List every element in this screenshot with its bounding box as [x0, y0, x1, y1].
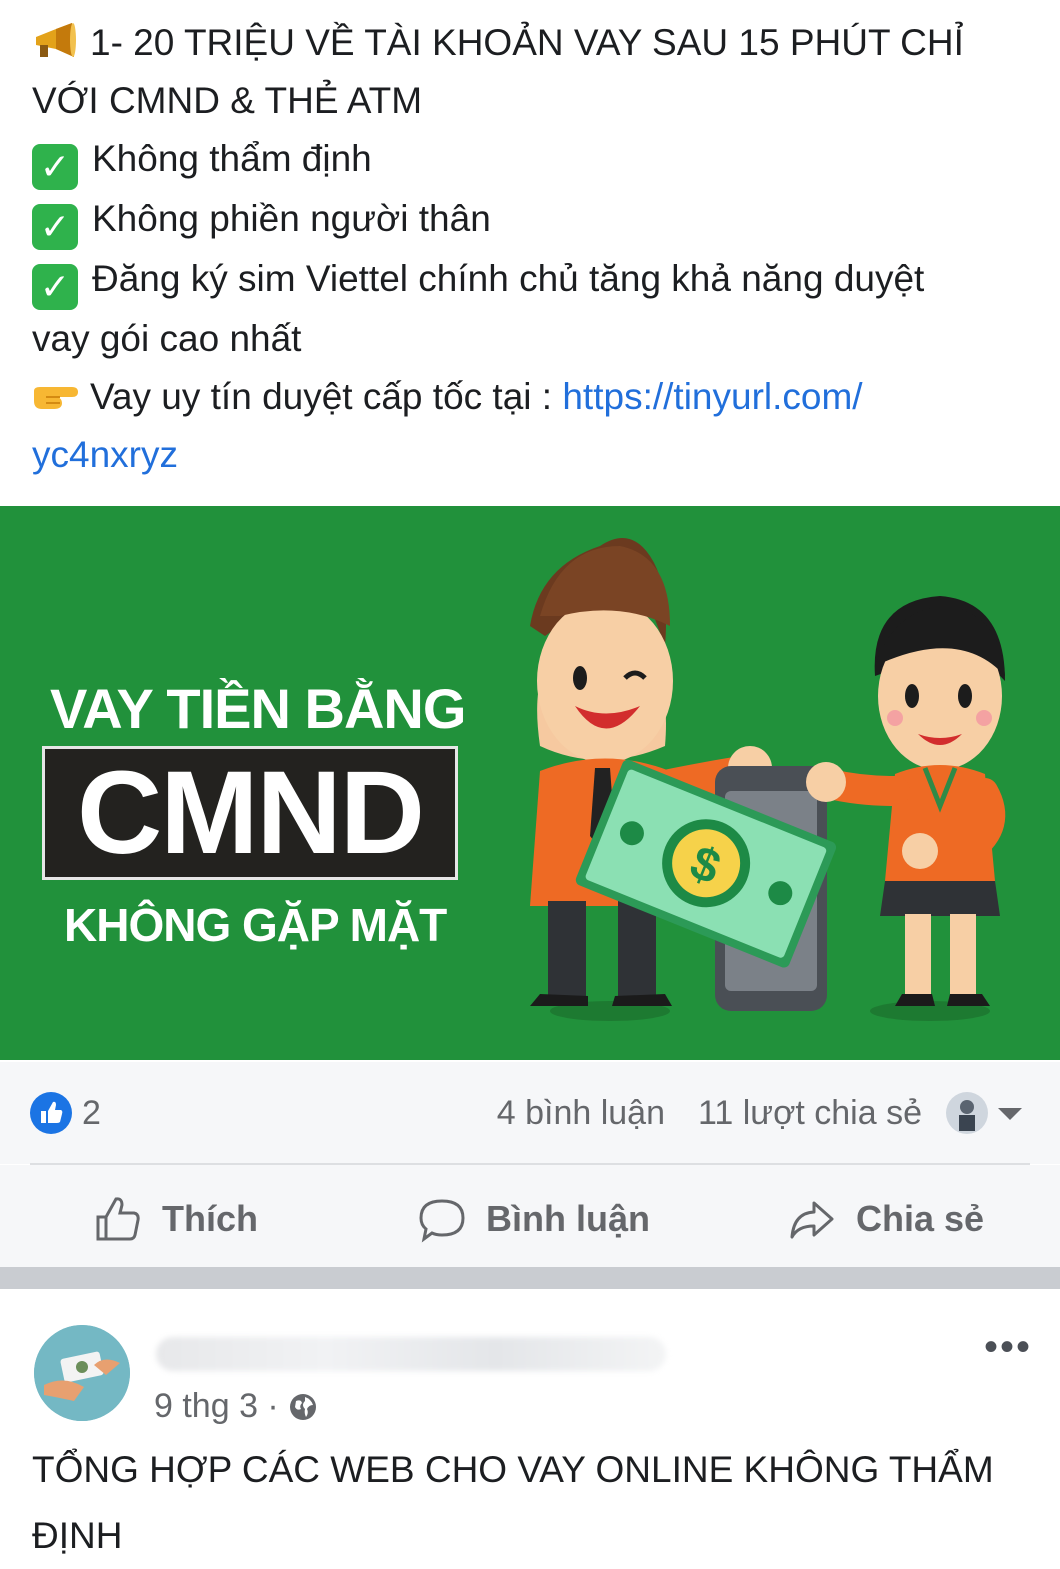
- share-button[interactable]: Chia sẻ: [788, 1195, 984, 1243]
- action-bar: Thích Bình luận Chia sẻ: [0, 1165, 1060, 1267]
- check-item-3: ✓ Đăng ký sim Viettel chính chủ tăng khả …: [32, 250, 1022, 310]
- woman-character-illustration: [806, 596, 1006, 1021]
- comment-button[interactable]: Bình luận: [418, 1195, 650, 1243]
- cta-line: Vay uy tín duyệt cấp tốc tại : https://t…: [32, 368, 1022, 426]
- post-headline-line2: VỚI CMND & THẺ ATM: [32, 80, 423, 121]
- banner-headline: VAY TIỀN BẰNG: [50, 677, 466, 740]
- share-count[interactable]: 11 lượt chia sẻ: [698, 1094, 922, 1133]
- author-name-redacted[interactable]: [156, 1337, 666, 1371]
- megaphone-icon: [36, 23, 76, 57]
- like-count[interactable]: 2: [82, 1094, 101, 1133]
- comment-button-label: Bình luận: [486, 1198, 650, 1239]
- check-mark-button-icon: ✓: [32, 264, 78, 310]
- pointing-right-icon: [34, 387, 78, 409]
- post-headline-line1: 1- 20 TRIỆU VỀ TÀI KHOẢN VAY SAU 15 PHÚT…: [32, 14, 1022, 72]
- post-timestamp[interactable]: 9 thg 3 ·: [154, 1387, 319, 1426]
- comment-count[interactable]: 4 bình luận: [497, 1094, 665, 1133]
- speech-bubble-icon: [419, 1199, 465, 1243]
- share-button-label: Chia sẻ: [856, 1198, 985, 1239]
- chevron-down-icon[interactable]: [998, 1108, 1022, 1120]
- banner-cmnd-text: CMND: [77, 747, 425, 879]
- feed-separator: [0, 1267, 1060, 1289]
- check-item-3-cont: vay gói cao nhất: [32, 318, 302, 359]
- globe-icon: [289, 1393, 316, 1420]
- next-post: ••• 9 thg 3 · TỔNG HỢP CÁC WEB CHO VAY O…: [0, 1289, 1060, 1556]
- post-text: 1- 20 TRIỆU VỀ TÀI KHOẢN VAY SAU 15 PHÚT…: [32, 14, 1022, 484]
- banner-subheadline: KHÔNG GẶP MẶT: [64, 899, 447, 951]
- ad-banner-image[interactable]: VAY TIỀN BẰNG CMND KHÔNG GẶP MẶT $: [0, 506, 1060, 1060]
- check-mark-button-icon: ✓: [32, 204, 78, 250]
- viewer-avatar[interactable]: [946, 1092, 988, 1134]
- thumbs-up-icon: [96, 1197, 140, 1241]
- like-reaction-icon[interactable]: [30, 1092, 72, 1134]
- share-arrow-icon: [790, 1201, 834, 1239]
- check-item-2: ✓ Không phiền người thân: [32, 190, 1022, 250]
- loan-link[interactable]: https://tinyurl.com/: [562, 376, 862, 417]
- author-avatar[interactable]: [34, 1325, 130, 1421]
- check-item-1: ✓ Không thẩm định: [32, 130, 1022, 190]
- reaction-stats-bar: 2 4 bình luận 11 lượt chia sẻ: [0, 1062, 1060, 1164]
- more-options-icon[interactable]: •••: [984, 1327, 1032, 1367]
- like-button[interactable]: Thích: [94, 1195, 258, 1243]
- check-mark-button-icon: ✓: [32, 144, 78, 190]
- like-button-label: Thích: [162, 1198, 258, 1239]
- banner-cmnd-box: CMND: [42, 746, 458, 880]
- loan-link-cont[interactable]: yc4nxryz: [32, 426, 1022, 484]
- next-post-text: TỔNG HỢP CÁC WEB CHO VAY ONLINE KHÔNG TH…: [32, 1449, 994, 1556]
- banner-illustration: $: [530, 538, 1006, 1021]
